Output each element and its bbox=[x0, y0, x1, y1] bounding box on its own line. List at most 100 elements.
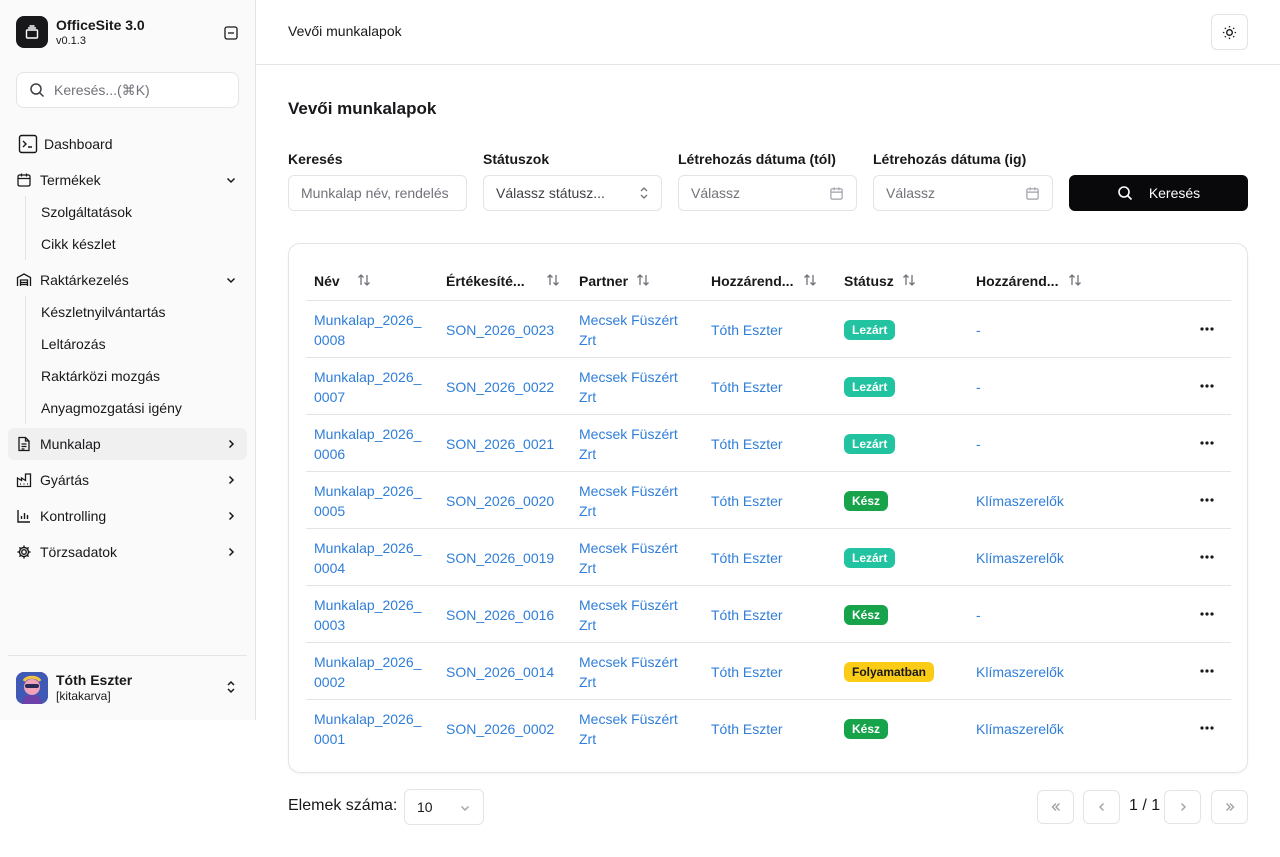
partner-link[interactable]: Mecsek Füszért Zrt bbox=[579, 481, 678, 521]
worksheet-name-link[interactable]: Munkalap_2026_ 0008 bbox=[314, 310, 421, 350]
team-link[interactable]: - bbox=[976, 377, 981, 397]
partner-link[interactable]: Mecsek Füszért Zrt bbox=[579, 424, 678, 464]
status-select[interactable]: Válassz státusz... bbox=[483, 175, 662, 211]
next-page-button[interactable] bbox=[1164, 790, 1201, 824]
date-from-picker[interactable]: Válassz bbox=[678, 175, 857, 211]
partner-link[interactable]: Mecsek Füszért Zrt bbox=[579, 652, 678, 692]
sales-order-link[interactable]: SON_2026_0002 bbox=[446, 719, 554, 739]
cell-assignee: Tóth Eszter bbox=[703, 586, 836, 643]
row-actions-button[interactable] bbox=[1199, 663, 1215, 679]
search-field[interactable]: Munkalap név, rendelés bbox=[288, 175, 467, 211]
column-header-hozzarendelt-csapat[interactable]: Hozzárend... bbox=[968, 261, 1100, 301]
assignee-link[interactable]: Tóth Eszter bbox=[711, 605, 783, 625]
sidebar-subitem-szolgaltatasok[interactable]: Szolgáltatások bbox=[41, 196, 247, 228]
worksheet-name-link[interactable]: Munkalap_2026_ 0001 bbox=[314, 709, 421, 749]
sidebar-subitem-anyagmozgatasi-igeny[interactable]: Anyagmozgatási igény bbox=[41, 392, 247, 424]
sidebar-item-termekek[interactable]: Termékek bbox=[8, 164, 247, 196]
team-link[interactable]: Klímaszerelők bbox=[976, 491, 1064, 511]
first-page-button[interactable] bbox=[1037, 790, 1074, 824]
prev-page-button[interactable] bbox=[1083, 790, 1120, 824]
team-link[interactable]: - bbox=[976, 434, 981, 454]
column-header-statusz[interactable]: Státusz bbox=[836, 261, 968, 301]
partner-link[interactable]: Mecsek Füszért Zrt bbox=[579, 310, 678, 350]
worksheet-name-link[interactable]: Munkalap_2026_ 0006 bbox=[314, 424, 421, 464]
partner-link[interactable]: Mecsek Füszért Zrt bbox=[579, 367, 678, 407]
row-actions-button[interactable] bbox=[1199, 720, 1215, 736]
cell-team: Klímaszerelők bbox=[968, 472, 1128, 529]
column-header-hozzarendelt[interactable]: Hozzárend... bbox=[703, 261, 836, 301]
sidebar-item-munkalap[interactable]: Munkalap bbox=[8, 428, 247, 460]
team-link[interactable]: - bbox=[976, 605, 981, 625]
page-indicator: 1 / 1 bbox=[1129, 797, 1161, 814]
sidebar-item-gyartas[interactable]: Gyártás bbox=[8, 464, 247, 496]
sidebar-item-dashboard[interactable]: Dashboard bbox=[8, 128, 247, 160]
sidebar-subitem-keszletnyilvantartas[interactable]: Készletnyilvántartás bbox=[41, 296, 247, 328]
chevron-right-icon bbox=[223, 436, 239, 452]
sales-order-link[interactable]: SON_2026_0020 bbox=[446, 491, 554, 511]
worksheet-name-link[interactable]: Munkalap_2026_ 0007 bbox=[314, 367, 421, 407]
assignee-link[interactable]: Tóth Eszter bbox=[711, 491, 783, 511]
row-actions-button[interactable] bbox=[1199, 606, 1215, 622]
assignee-link[interactable]: Tóth Eszter bbox=[711, 719, 783, 739]
worksheet-name-link[interactable]: Munkalap_2026_ 0005 bbox=[314, 481, 421, 521]
assignee-link[interactable]: Tóth Eszter bbox=[711, 662, 783, 682]
row-actions-button[interactable] bbox=[1199, 321, 1215, 337]
calendar-box-icon bbox=[16, 172, 32, 188]
row-actions-button[interactable] bbox=[1199, 435, 1215, 451]
page-size-select[interactable]: 10 bbox=[404, 789, 484, 825]
sales-order-link[interactable]: SON_2026_0023 bbox=[446, 320, 554, 340]
team-link[interactable]: Klímaszerelők bbox=[976, 719, 1064, 739]
date-from-placeholder: Válassz bbox=[691, 185, 741, 201]
sort-icon bbox=[357, 273, 371, 290]
status-badge: Lezárt bbox=[844, 547, 896, 568]
partner-link[interactable]: Mecsek Füszért Zrt bbox=[579, 709, 678, 749]
date-to-picker[interactable]: Válassz bbox=[873, 175, 1053, 211]
assignee-link[interactable]: Tóth Eszter bbox=[711, 548, 783, 568]
row-actions-button[interactable] bbox=[1199, 549, 1215, 565]
cell-status: Folyamatban bbox=[836, 643, 968, 700]
assignee-link[interactable]: Tóth Eszter bbox=[711, 434, 783, 454]
cell-assignee: Tóth Eszter bbox=[703, 415, 836, 472]
column-header-partner[interactable]: Partner bbox=[571, 261, 703, 301]
team-link[interactable]: Klímaszerelők bbox=[976, 662, 1064, 682]
partner-link[interactable]: Mecsek Füszért Zrt bbox=[579, 595, 678, 635]
status-badge: Lezárt bbox=[844, 319, 896, 340]
search-field-placeholder: Munkalap név, rendelés bbox=[301, 185, 449, 201]
column-header-nev[interactable]: Név bbox=[306, 261, 438, 301]
column-header-ertekesites[interactable]: Értékesíté... bbox=[438, 261, 571, 301]
sidebar-subitem-cikk-keszlet[interactable]: Cikk készlet bbox=[41, 228, 247, 260]
sales-order-link[interactable]: SON_2026_0014 bbox=[446, 662, 554, 682]
worksheet-name-link[interactable]: Munkalap_2026_ 0004 bbox=[314, 538, 421, 578]
user-name: Tóth Eszter bbox=[56, 672, 133, 688]
sidebar-collapse-icon[interactable] bbox=[222, 24, 240, 42]
user-menu[interactable]: Tóth Eszter [kitakarva] bbox=[8, 655, 247, 704]
sidebar-item-torzsadatok[interactable]: Törzsadatok bbox=[8, 536, 247, 568]
assignee-link[interactable]: Tóth Eszter bbox=[711, 320, 783, 340]
sidebar-search-placeholder: Keresés...(⌘K) bbox=[54, 81, 150, 98]
sales-order-link[interactable]: SON_2026_0019 bbox=[446, 548, 554, 568]
team-link[interactable]: Klímaszerelők bbox=[976, 548, 1064, 568]
theme-toggle-button[interactable] bbox=[1211, 14, 1248, 50]
worksheet-name-link[interactable]: Munkalap_2026_ 0003 bbox=[314, 595, 421, 635]
sidebar-item-kontrolling[interactable]: Kontrolling bbox=[8, 500, 247, 532]
row-actions-button[interactable] bbox=[1199, 492, 1215, 508]
sidebar-subitem-raktarkozi-mozgas[interactable]: Raktárközi mozgás bbox=[41, 360, 247, 392]
sidebar-item-raktarkezeles[interactable]: Raktárkezelés bbox=[8, 264, 247, 296]
sales-order-link[interactable]: SON_2026_0021 bbox=[446, 434, 554, 454]
table-row: Munkalap_2026_ 0002 SON_2026_0014 Mecsek Fü… bbox=[306, 643, 1231, 700]
partner-link[interactable]: Mecsek Füszért Zrt bbox=[579, 538, 678, 578]
table-header: Név Értékesíté... Partner Hozzárend... S… bbox=[306, 261, 1231, 301]
sidebar-search-input[interactable]: Keresés...(⌘K) bbox=[16, 72, 239, 108]
search-button[interactable]: Keresés bbox=[1069, 175, 1248, 211]
worksheet-name-link[interactable]: Munkalap_2026_ 0002 bbox=[314, 652, 421, 692]
last-page-button[interactable] bbox=[1211, 790, 1248, 824]
sales-order-link[interactable]: SON_2026_0016 bbox=[446, 605, 554, 625]
assignee-link[interactable]: Tóth Eszter bbox=[711, 377, 783, 397]
cell-team: - bbox=[968, 415, 1128, 472]
chevron-right-icon bbox=[223, 472, 239, 488]
sales-order-link[interactable]: SON_2026_0022 bbox=[446, 377, 554, 397]
sidebar-subitem-leltarozas[interactable]: Leltározás bbox=[41, 328, 247, 360]
team-link[interactable]: - bbox=[976, 320, 981, 340]
row-actions-button[interactable] bbox=[1199, 378, 1215, 394]
brand[interactable]: OfficeSite 3.0 v0.1.3 bbox=[16, 16, 145, 48]
